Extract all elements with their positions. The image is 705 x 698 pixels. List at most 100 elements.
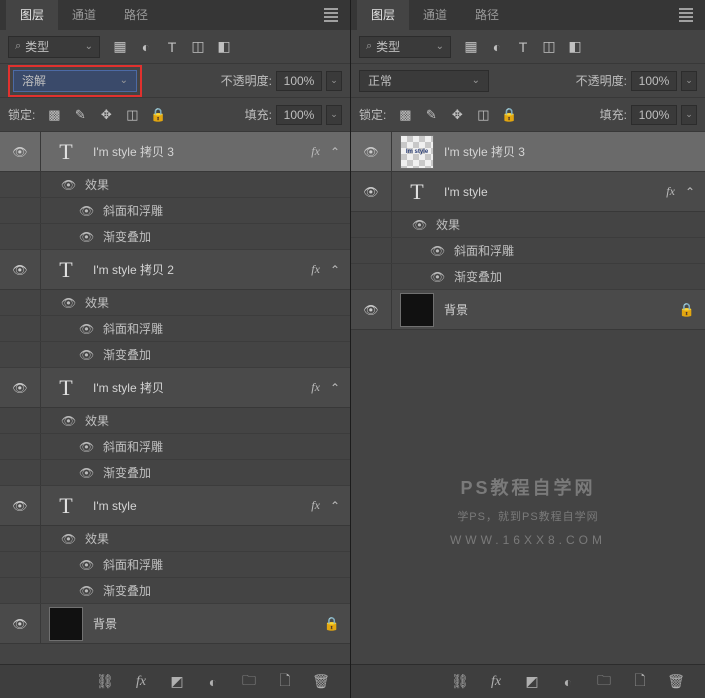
visibility-toggle[interactable]: 👁 (351, 147, 391, 157)
lock-all-icon[interactable]: 🔒 (500, 106, 518, 124)
filter-adjustment-icon[interactable]: ◐ (138, 39, 154, 55)
layer-row[interactable]: 👁 T I'm style 拷贝 2 fx⌃ (0, 250, 350, 290)
tab-paths[interactable]: 路径 (461, 0, 513, 30)
tab-channels[interactable]: 通道 (58, 0, 110, 30)
fill-value[interactable]: 100% (631, 105, 677, 125)
effects-row[interactable]: 👁效果 (351, 212, 705, 238)
lock-all-icon[interactable]: 🔒 (149, 106, 167, 124)
filter-type-dropdown[interactable]: ⌕ 类型 ⌄ (359, 36, 451, 58)
effects-row[interactable]: 👁效果 (0, 408, 350, 434)
adjustment-icon[interactable]: ◐ (559, 673, 577, 691)
opacity-value[interactable]: 100% (276, 71, 322, 91)
fx-icon[interactable]: fx (132, 673, 150, 691)
filter-smartobj-icon[interactable]: ◧ (216, 39, 232, 55)
eye-icon[interactable]: 👁 (61, 296, 77, 310)
eye-icon[interactable]: 👁 (430, 244, 446, 258)
lock-transparent-icon[interactable]: ▩ (396, 106, 414, 124)
effects-row[interactable]: 👁效果 (0, 172, 350, 198)
mask-icon[interactable]: ◩ (523, 673, 541, 691)
effect-gradient[interactable]: 👁渐变叠加 (0, 578, 350, 604)
fill-stepper[interactable]: ⌄ (326, 105, 342, 125)
eye-icon[interactable]: 👁 (79, 466, 95, 480)
eye-icon[interactable]: 👁 (79, 204, 95, 218)
mask-icon[interactable]: ◩ (168, 673, 186, 691)
link-icon[interactable]: ⛓ (96, 673, 114, 691)
blend-mode-dropdown[interactable]: 正常 ⌄ (359, 70, 489, 92)
eye-icon[interactable]: 👁 (412, 218, 428, 232)
filter-adjustment-icon[interactable]: ◐ (489, 39, 505, 55)
fx-badge[interactable]: fx (666, 184, 675, 199)
lock-transparent-icon[interactable]: ▩ (45, 106, 63, 124)
visibility-toggle[interactable]: 👁 (0, 619, 40, 629)
folder-icon[interactable]: 🗀 (595, 673, 613, 691)
collapse-icon[interactable]: ⌃ (330, 145, 340, 159)
eye-icon[interactable]: 👁 (79, 440, 95, 454)
effect-gradient[interactable]: 👁渐变叠加 (0, 460, 350, 486)
filter-pixel-icon[interactable]: ▦ (463, 39, 479, 55)
collapse-icon[interactable]: ⌃ (330, 499, 340, 513)
filter-type-icon[interactable]: T (164, 39, 180, 55)
visibility-toggle[interactable]: 👁 (351, 305, 391, 315)
panel-menu-icon[interactable] (324, 8, 342, 22)
eye-icon[interactable]: 👁 (79, 558, 95, 572)
visibility-toggle[interactable]: 👁 (0, 147, 40, 157)
tab-paths[interactable]: 路径 (110, 0, 162, 30)
panel-menu-icon[interactable] (679, 8, 697, 22)
effect-bevel[interactable]: 👁斜面和浮雕 (0, 198, 350, 224)
effect-bevel[interactable]: 👁斜面和浮雕 (0, 552, 350, 578)
eye-icon[interactable]: 👁 (61, 414, 77, 428)
eye-icon[interactable]: 👁 (79, 230, 95, 244)
opacity-stepper[interactable]: ⌄ (681, 71, 697, 91)
visibility-toggle[interactable]: 👁 (351, 187, 391, 197)
layer-row[interactable]: 👁 T I'm style 拷贝 3 fx⌃ (0, 132, 350, 172)
eye-icon[interactable]: 👁 (79, 348, 95, 362)
fx-badge[interactable]: fx (311, 262, 320, 277)
eye-icon[interactable]: 👁 (61, 178, 77, 192)
trash-icon[interactable]: 🗑 (312, 673, 330, 691)
fx-icon[interactable]: fx (487, 673, 505, 691)
fx-badge[interactable]: fx (311, 380, 320, 395)
eye-icon[interactable]: 👁 (430, 270, 446, 284)
visibility-toggle[interactable]: 👁 (0, 265, 40, 275)
visibility-toggle[interactable]: 👁 (0, 501, 40, 511)
tab-layers[interactable]: 图层 (6, 0, 58, 30)
filter-shape-icon[interactable]: ◫ (541, 39, 557, 55)
eye-icon[interactable]: 👁 (61, 532, 77, 546)
fill-stepper[interactable]: ⌄ (681, 105, 697, 125)
eye-icon[interactable]: 👁 (79, 584, 95, 598)
collapse-icon[interactable]: ⌃ (330, 381, 340, 395)
effect-bevel[interactable]: 👁斜面和浮雕 (0, 434, 350, 460)
tab-layers[interactable]: 图层 (357, 0, 409, 30)
link-icon[interactable]: ⛓ (451, 673, 469, 691)
fx-badge[interactable]: fx (311, 498, 320, 513)
collapse-icon[interactable]: ⌃ (330, 263, 340, 277)
lock-position-icon[interactable]: ✥ (448, 106, 466, 124)
lock-artboard-icon[interactable]: ◫ (123, 106, 141, 124)
fill-value[interactable]: 100% (276, 105, 322, 125)
eye-icon[interactable]: 👁 (79, 322, 95, 336)
collapse-icon[interactable]: ⌃ (685, 185, 695, 199)
filter-pixel-icon[interactable]: ▦ (112, 39, 128, 55)
layer-row[interactable]: 👁 I'm style 拷贝 3 (351, 132, 705, 172)
trash-icon[interactable]: 🗑 (667, 673, 685, 691)
effects-row[interactable]: 👁效果 (0, 526, 350, 552)
effects-row[interactable]: 👁效果 (0, 290, 350, 316)
layer-row[interactable]: 👁 T I'm style fx⌃ (351, 172, 705, 212)
layer-row[interactable]: 👁 T I'm style 拷贝 fx⌃ (0, 368, 350, 408)
new-layer-icon[interactable]: 🗋 (631, 673, 649, 691)
tab-channels[interactable]: 通道 (409, 0, 461, 30)
filter-type-icon[interactable]: T (515, 39, 531, 55)
effect-gradient[interactable]: 👁渐变叠加 (351, 264, 705, 290)
layer-row-background[interactable]: 👁 背景 🔒 (0, 604, 350, 644)
filter-type-dropdown[interactable]: ⌕ 类型 ⌄ (8, 36, 100, 58)
lock-pixels-icon[interactable]: ✎ (71, 106, 89, 124)
visibility-toggle[interactable]: 👁 (0, 383, 40, 393)
lock-artboard-icon[interactable]: ◫ (474, 106, 492, 124)
adjustment-icon[interactable]: ◐ (204, 673, 222, 691)
lock-pixels-icon[interactable]: ✎ (422, 106, 440, 124)
new-layer-icon[interactable]: 🗋 (276, 673, 294, 691)
layer-row-background[interactable]: 👁 背景 🔒 (351, 290, 705, 330)
lock-position-icon[interactable]: ✥ (97, 106, 115, 124)
effect-bevel[interactable]: 👁斜面和浮雕 (0, 316, 350, 342)
folder-icon[interactable]: 🗀 (240, 673, 258, 691)
